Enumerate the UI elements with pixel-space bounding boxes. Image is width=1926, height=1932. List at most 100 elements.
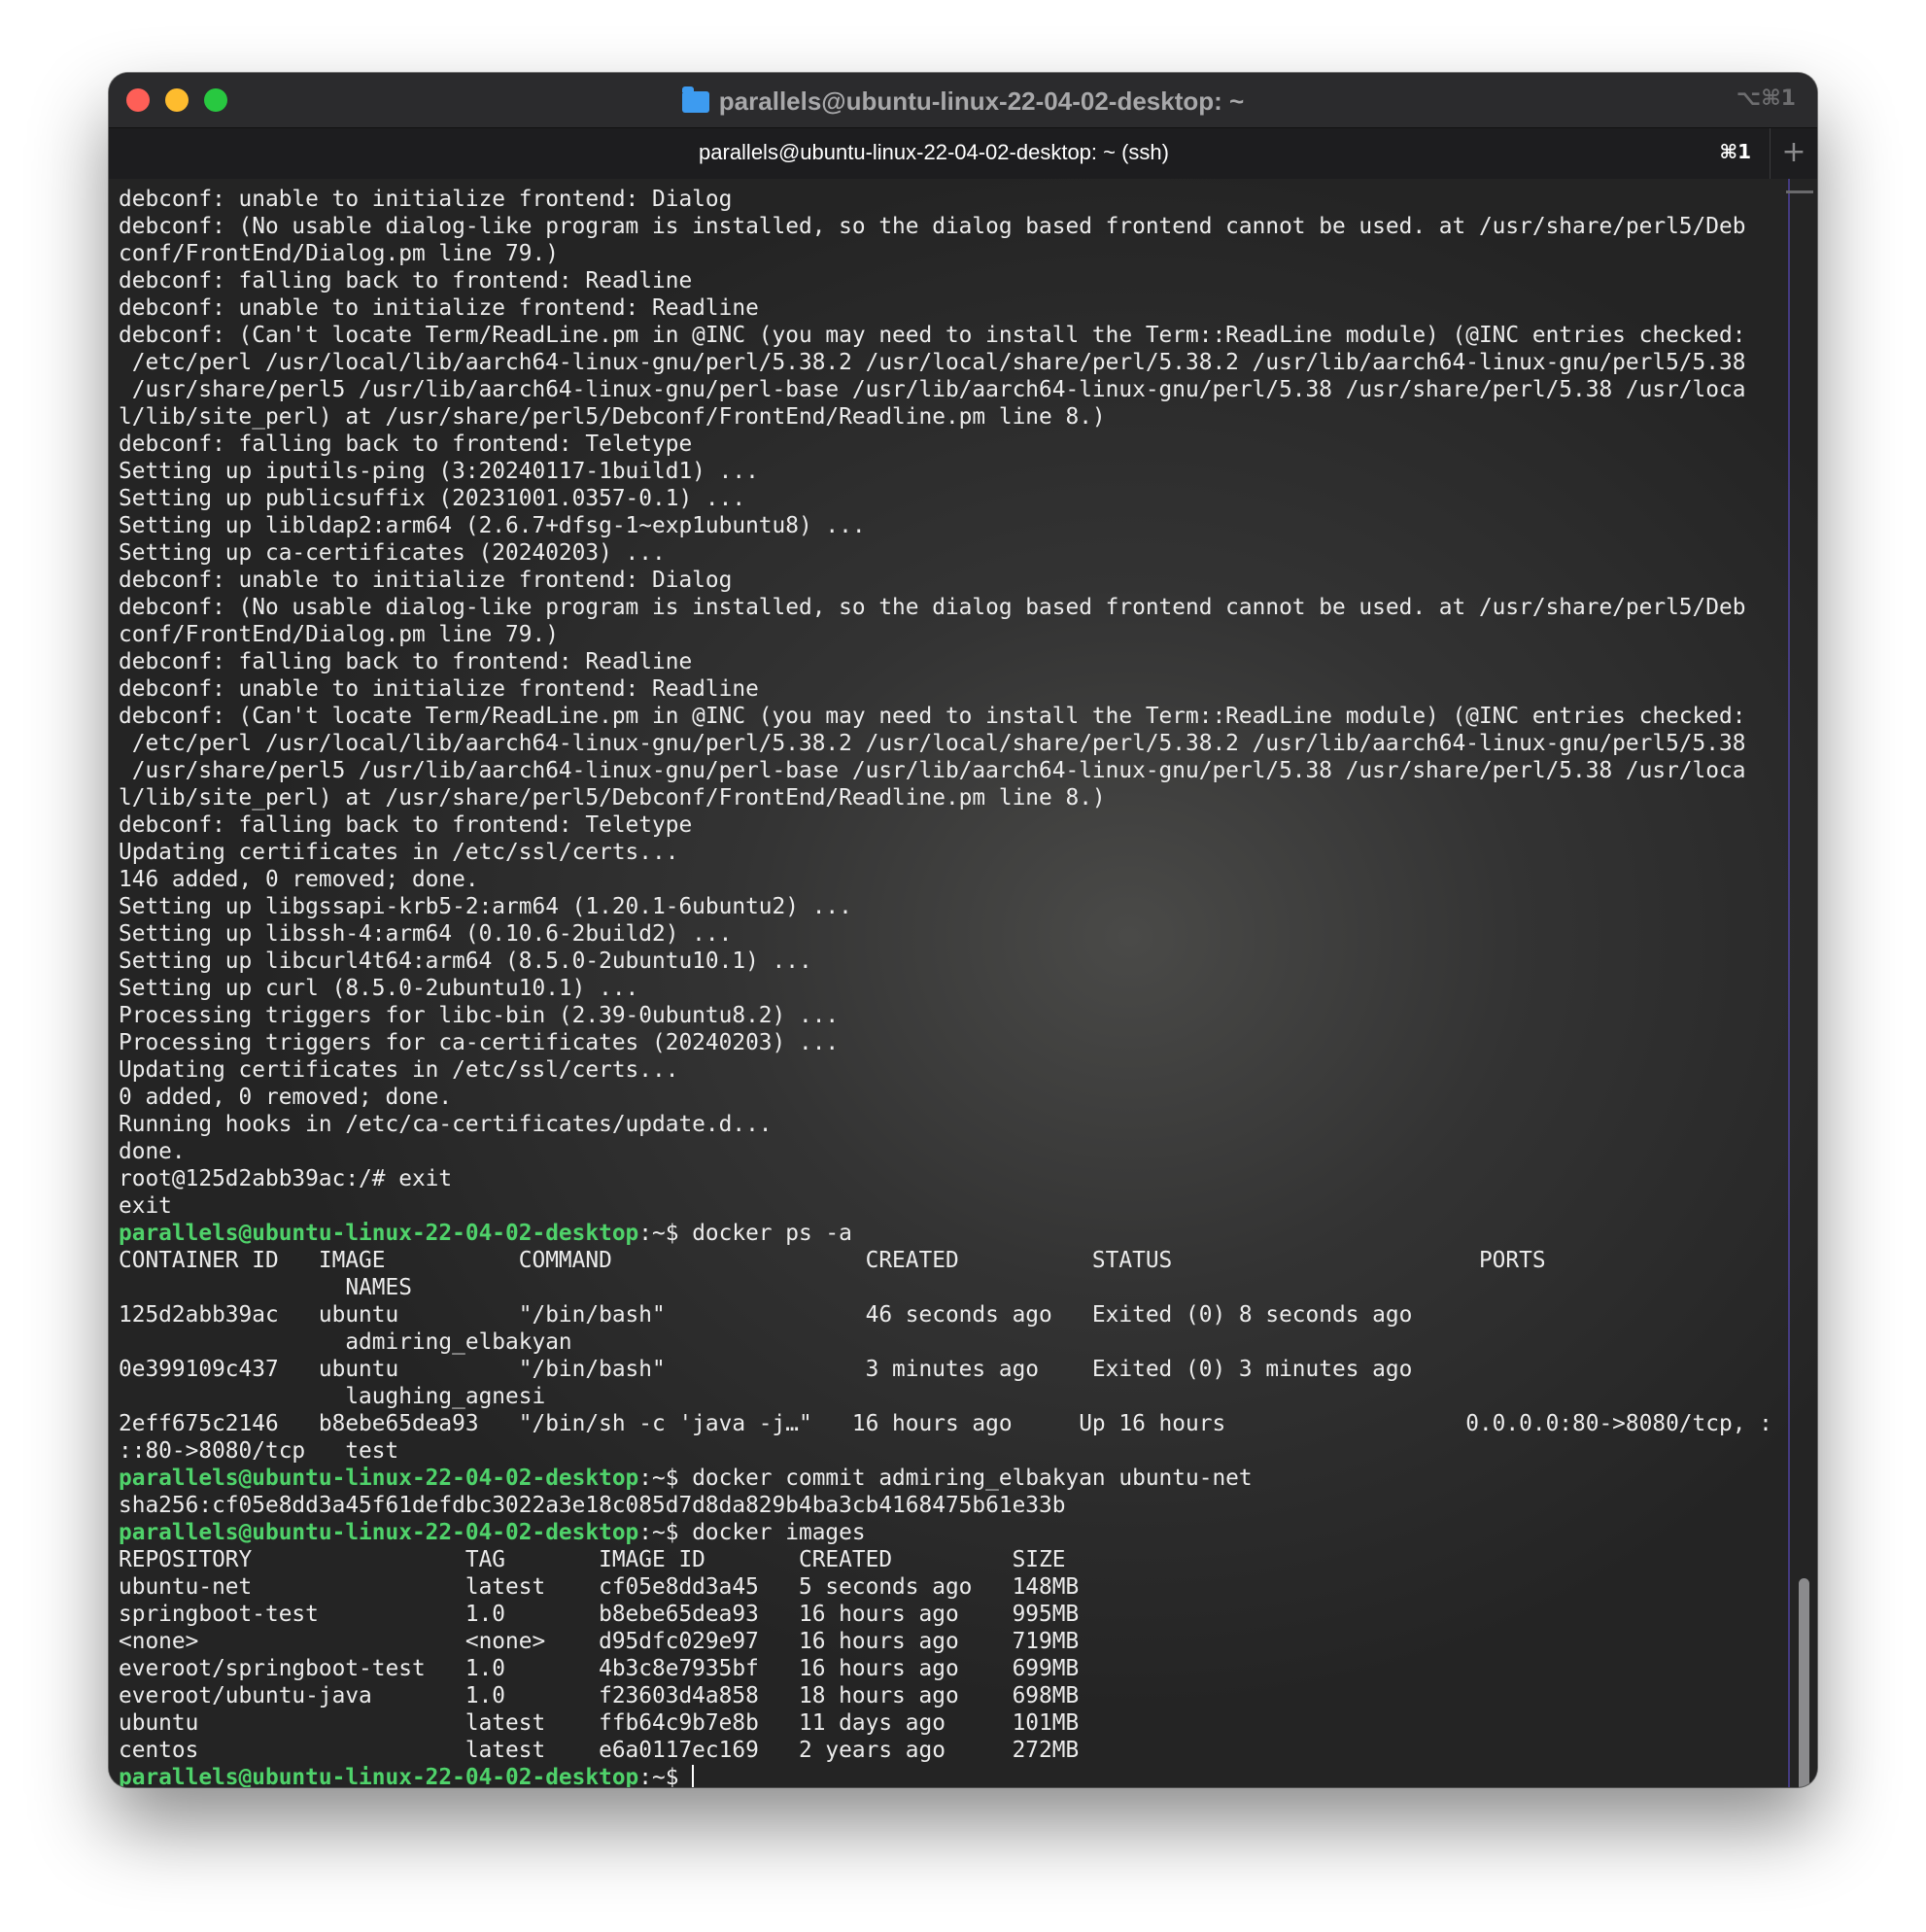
output-text: sha256:cf05e8dd3a45f61defdbc3022a3e18c08… <box>119 1493 1066 1518</box>
output-text: Setting up publicsuffix (20231001.0357-0… <box>119 486 746 511</box>
output-text: debconf: unable to initialize frontend: … <box>119 676 759 702</box>
output-text: 146 added, 0 removed; done. <box>119 867 479 892</box>
prompt-user-host: parallels@ubuntu-linux-22-04-02-desktop <box>119 1221 639 1246</box>
output-text: root@125d2abb39ac:/# exit <box>119 1166 453 1191</box>
output-text: REPOSITORY TAG IMAGE ID CREATED SIZE <box>119 1547 1066 1572</box>
output-text: Setting up libgssapi-krb5-2:arm64 (1.20.… <box>119 894 852 919</box>
output-text: laughing_agnesi <box>119 1384 546 1409</box>
output-text: Updating certificates in /etc/ssl/certs.… <box>119 840 679 865</box>
output-text: everoot/springboot-test 1.0 4b3c8e7935bf… <box>119 1656 1080 1681</box>
prompt-line: parallels@ubuntu-linux-22-04-02-desktop:… <box>119 1519 1772 1546</box>
prompt-user-host: parallels@ubuntu-linux-22-04-02-desktop <box>119 1765 639 1787</box>
new-tab-button[interactable]: + <box>1770 128 1817 179</box>
output-line: ::80->8080/tcp test <box>119 1437 1772 1465</box>
output-text: Setting up iputils-ping (3:20240117-1bui… <box>119 459 759 484</box>
output-text: debconf: (Can't locate Term/ReadLine.pm … <box>119 323 1746 348</box>
output-text: 125d2abb39ac ubuntu "/bin/bash" 46 secon… <box>119 1302 1413 1328</box>
output-text: debconf: unable to initialize frontend: … <box>119 187 733 212</box>
output-text: Processing triggers for ca-certificates … <box>119 1030 840 1055</box>
output-text: Setting up ca-certificates (20240203) ..… <box>119 540 666 566</box>
prompt-line: parallels@ubuntu-linux-22-04-02-desktop:… <box>119 1465 1772 1492</box>
output-line: debconf: (No usable dialog-like program … <box>119 594 1772 621</box>
window-title-text: parallels@ubuntu-linux-22-04-02-desktop:… <box>718 86 1245 116</box>
output-line: Setting up libgssapi-krb5-2:arm64 (1.20.… <box>119 893 1772 920</box>
terminal-output[interactable]: debconf: unable to initialize frontend: … <box>109 179 1817 1787</box>
output-line: debconf: falling back to frontend: Readl… <box>119 267 1772 294</box>
output-line: ubuntu-net latest cf05e8dd3a45 5 seconds… <box>119 1573 1772 1601</box>
output-line: 0e399109c437 ubuntu "/bin/bash" 3 minute… <box>119 1356 1772 1383</box>
output-text: debconf: falling back to frontend: Telet… <box>119 812 693 838</box>
output-text: 0e399109c437 ubuntu "/bin/bash" 3 minute… <box>119 1357 1413 1382</box>
output-line: Updating certificates in /etc/ssl/certs.… <box>119 839 1772 866</box>
tab-bar: parallels@ubuntu-linux-22-04-02-desktop:… <box>109 127 1817 180</box>
terminal-inner-border <box>1788 179 1790 1787</box>
output-line: everoot/springboot-test 1.0 4b3c8e7935bf… <box>119 1655 1772 1682</box>
output-text: 0 added, 0 removed; done. <box>119 1085 453 1110</box>
prompt-suffix: :~$ <box>638 1765 693 1787</box>
output-line: NAMES <box>119 1274 1772 1301</box>
output-text: 2eff675c2146 b8ebe65dea93 "/bin/sh -c 'j… <box>119 1411 1772 1436</box>
output-line: laughing_agnesi <box>119 1383 1772 1410</box>
output-text: debconf: falling back to frontend: Readl… <box>119 649 693 674</box>
output-line: sha256:cf05e8dd3a45f61defdbc3022a3e18c08… <box>119 1492 1772 1519</box>
prompt-line: parallels@ubuntu-linux-22-04-02-desktop:… <box>119 1220 1772 1247</box>
output-text: CONTAINER ID IMAGE COMMAND CREATED STATU… <box>119 1248 1546 1273</box>
output-line: conf/FrontEnd/Dialog.pm line 79.) <box>119 621 1772 648</box>
output-line: debconf: falling back to frontend: Telet… <box>119 811 1772 839</box>
output-text: debconf: falling back to frontend: Telet… <box>119 431 693 457</box>
output-line: springboot-test 1.0 b8ebe65dea93 16 hour… <box>119 1601 1772 1628</box>
command-text: docker ps -a <box>692 1221 852 1246</box>
output-line: done. <box>119 1138 1772 1165</box>
tab-ssh[interactable]: parallels@ubuntu-linux-22-04-02-desktop:… <box>109 140 1759 165</box>
output-text: done. <box>119 1139 186 1164</box>
output-text: debconf: falling back to frontend: Readl… <box>119 268 693 293</box>
output-line: ubuntu latest ffb64c9b7e8b 11 days ago 1… <box>119 1709 1772 1737</box>
output-text: Setting up libssh-4:arm64 (0.10.6-2build… <box>119 921 733 947</box>
output-line: Setting up libldap2:arm64 (2.6.7+dfsg-1~… <box>119 512 1772 539</box>
output-line: debconf: unable to initialize frontend: … <box>119 186 1772 213</box>
output-text: ubuntu latest ffb64c9b7e8b 11 days ago 1… <box>119 1710 1080 1736</box>
output-text: /etc/perl /usr/local/lib/aarch64-linux-g… <box>119 350 1746 375</box>
output-text: centos latest e6a0117ec169 2 years ago 2… <box>119 1738 1080 1763</box>
output-line: admiring_elbakyan <box>119 1328 1772 1356</box>
output-line: l/lib/site_perl) at /usr/share/perl5/Deb… <box>119 403 1772 431</box>
prompt-user-host: parallels@ubuntu-linux-22-04-02-desktop <box>119 1520 639 1545</box>
terminal-window: parallels@ubuntu-linux-22-04-02-desktop:… <box>109 73 1817 1787</box>
output-text: admiring_elbakyan <box>119 1329 572 1355</box>
output-text: springboot-test 1.0 b8ebe65dea93 16 hour… <box>119 1602 1080 1627</box>
output-line: Setting up libssh-4:arm64 (0.10.6-2build… <box>119 920 1772 948</box>
tab-shortcut: ⌘1 <box>1719 140 1751 163</box>
text-cursor <box>692 1765 695 1787</box>
output-text: l/lib/site_perl) at /usr/share/perl5/Deb… <box>119 785 1106 811</box>
output-line: 125d2abb39ac ubuntu "/bin/bash" 46 secon… <box>119 1301 1772 1328</box>
output-text: Setting up libcurl4t64:arm64 (8.5.0-2ubu… <box>119 949 812 974</box>
output-line: centos latest e6a0117ec169 2 years ago 2… <box>119 1737 1772 1764</box>
output-text: /usr/share/perl5 /usr/lib/aarch64-linux-… <box>119 377 1746 402</box>
output-line: exit <box>119 1192 1772 1220</box>
output-text: Updating certificates in /etc/ssl/certs.… <box>119 1057 679 1083</box>
output-line: Running hooks in /etc/ca-certificates/up… <box>119 1111 1772 1138</box>
output-line: Setting up iputils-ping (3:20240117-1bui… <box>119 458 1772 485</box>
scrollbar-thumb[interactable] <box>1799 1578 1809 1787</box>
prompt-suffix: :~$ <box>638 1221 693 1246</box>
output-text: Processing triggers for libc-bin (2.39-0… <box>119 1003 840 1028</box>
output-text: conf/FrontEnd/Dialog.pm line 79.) <box>119 622 559 647</box>
title-bar[interactable]: parallels@ubuntu-linux-22-04-02-desktop:… <box>109 73 1817 127</box>
output-text: exit <box>119 1193 172 1219</box>
output-line: debconf: (Can't locate Term/ReadLine.pm … <box>119 703 1772 730</box>
output-text: debconf: unable to initialize frontend: … <box>119 295 759 321</box>
output-line: /usr/share/perl5 /usr/lib/aarch64-linux-… <box>119 376 1772 403</box>
output-text: debconf: (No usable dialog-like program … <box>119 595 1746 620</box>
prompt-line: parallels@ubuntu-linux-22-04-02-desktop:… <box>119 1764 1772 1787</box>
window-title: parallels@ubuntu-linux-22-04-02-desktop:… <box>109 86 1817 117</box>
output-text: conf/FrontEnd/Dialog.pm line 79.) <box>119 241 559 266</box>
output-line: 2eff675c2146 b8ebe65dea93 "/bin/sh -c 'j… <box>119 1410 1772 1437</box>
output-line: debconf: (No usable dialog-like program … <box>119 213 1772 240</box>
output-line: /etc/perl /usr/local/lib/aarch64-linux-g… <box>119 730 1772 757</box>
output-text: debconf: unable to initialize frontend: … <box>119 568 733 593</box>
prompt-suffix: :~$ <box>638 1520 693 1545</box>
command-text: docker images <box>692 1520 866 1545</box>
output-line: debconf: unable to initialize frontend: … <box>119 567 1772 594</box>
output-line: 0 added, 0 removed; done. <box>119 1084 1772 1111</box>
output-line: CONTAINER ID IMAGE COMMAND CREATED STATU… <box>119 1247 1772 1274</box>
